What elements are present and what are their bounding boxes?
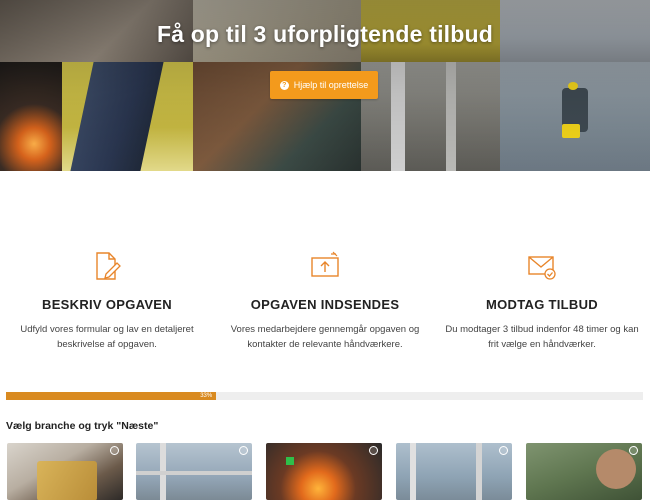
step-describe-desc: Udfyld vores formular og lav en detaljer… bbox=[20, 324, 194, 350]
help-button[interactable]: ? Hjælp til oprettelse bbox=[270, 71, 378, 99]
step-receive-title: MODTAG TILBUD bbox=[486, 297, 598, 312]
step-describe-title: BESKRIV OPGAVEN bbox=[42, 297, 172, 312]
steps-section: BESKRIV OPGAVEN Udfyld vores formular og… bbox=[0, 250, 650, 360]
progress-bar: 33% bbox=[6, 392, 643, 400]
document-edit-icon bbox=[96, 252, 121, 280]
category-radio-scaffolding[interactable] bbox=[239, 446, 248, 455]
step-describe: BESKRIV OPGAVEN Udfyld vores formular og… bbox=[2, 250, 212, 352]
step-receive-desc: Du modtager 3 tilbud indenfor 48 timer o… bbox=[445, 324, 639, 350]
mail-check-icon bbox=[528, 256, 556, 280]
category-card-carpenter[interactable] bbox=[7, 443, 123, 500]
hero-title: Få op til 3 uforpligtende tilbud bbox=[156, 21, 494, 47]
progress-fill: 33% bbox=[6, 392, 217, 400]
help-button-label: Hjælp til oprettelse bbox=[293, 80, 369, 90]
category-card-scaffolding[interactable] bbox=[136, 443, 252, 500]
step-receive: MODTAG TILBUD Du modtager 3 tilbud inden… bbox=[437, 250, 647, 352]
progress-label: 33% bbox=[200, 393, 213, 399]
category-prompt: Vælg branche og tryk "Næste" bbox=[6, 420, 159, 432]
step-submitted-title: OPGAVEN INDSENDES bbox=[250, 297, 400, 312]
category-radio-construction[interactable] bbox=[499, 446, 508, 455]
upload-send-icon bbox=[311, 251, 339, 277]
question-circle-icon: ? bbox=[279, 80, 289, 90]
category-card-construction[interactable] bbox=[396, 443, 512, 500]
category-card-metalwork[interactable] bbox=[266, 443, 382, 500]
category-card-garden[interactable] bbox=[526, 443, 642, 500]
category-radio-garden[interactable] bbox=[629, 446, 638, 455]
step-submitted-desc: Vores medarbejdere gennemgår opgaven og … bbox=[230, 324, 420, 350]
hero-banner: Få op til 3 uforpligtende tilbud ? Hjælp… bbox=[0, 0, 650, 171]
category-cards bbox=[0, 443, 650, 500]
category-radio-carpenter[interactable] bbox=[110, 446, 119, 455]
step-submitted: OPGAVEN INDSENDES Vores medarbejdere gen… bbox=[220, 250, 430, 352]
category-radio-metalwork[interactable] bbox=[369, 446, 378, 455]
